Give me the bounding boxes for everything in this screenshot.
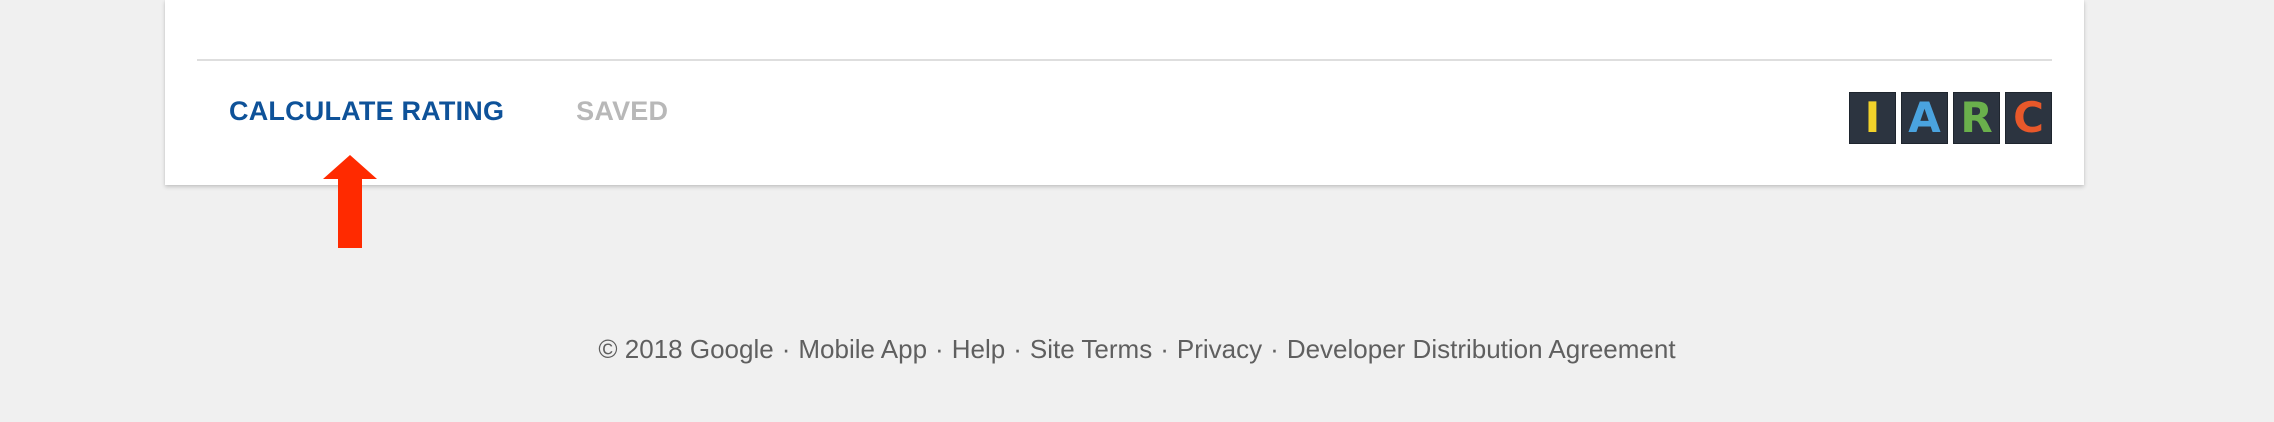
- rating-card: CALCULATE RATING SAVED I A R C: [165, 0, 2084, 185]
- footer-separator: ·: [1160, 334, 1169, 364]
- iarc-tile-r: R: [1953, 92, 2000, 144]
- footer-link-mobile-app[interactable]: Mobile App: [798, 334, 927, 364]
- iarc-letter-a: A: [1908, 93, 1941, 142]
- footer-link-help[interactable]: Help: [952, 334, 1005, 364]
- footer-separator: ·: [935, 334, 944, 364]
- saved-button: SAVED: [576, 96, 669, 126]
- footer-separator: ·: [1270, 334, 1279, 364]
- iarc-letter-c: C: [2013, 93, 2044, 142]
- footer-link-developer-distribution-agreement[interactable]: Developer Distribution Agreement: [1287, 334, 1676, 364]
- iarc-logo: I A R C: [1849, 92, 2052, 144]
- card-divider: [197, 59, 2052, 61]
- footer-link-site-terms[interactable]: Site Terms: [1030, 334, 1152, 364]
- footer-copyright: © 2018 Google: [598, 334, 774, 364]
- card-actions: CALCULATE RATING SAVED: [229, 96, 668, 127]
- calculate-rating-button[interactable]: CALCULATE RATING: [229, 96, 504, 127]
- iarc-letter-r: R: [1960, 93, 1993, 142]
- iarc-letter-i: I: [1864, 93, 1881, 142]
- page-footer: © 2018 Google · Mobile App · Help · Site Terms…: [0, 334, 2274, 365]
- footer-separator: ·: [1013, 334, 1022, 364]
- footer-separator: ·: [781, 334, 791, 364]
- iarc-tile-i: I: [1849, 92, 1896, 144]
- iarc-tile-c: C: [2005, 92, 2052, 144]
- arrow-up-icon: [323, 155, 377, 248]
- footer-link-privacy[interactable]: Privacy: [1177, 334, 1262, 364]
- iarc-tile-a: A: [1901, 92, 1948, 144]
